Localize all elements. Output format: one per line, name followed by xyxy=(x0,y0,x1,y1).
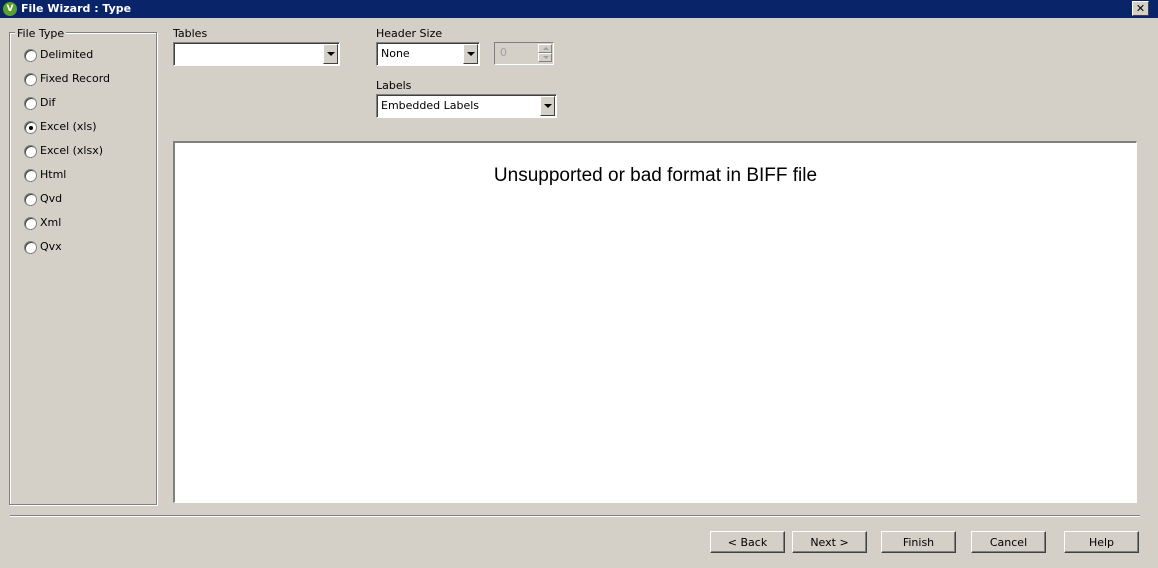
next-button[interactable]: Next > xyxy=(792,531,867,553)
labels-label: Labels xyxy=(376,79,412,92)
labels-select[interactable]: Embedded Labels xyxy=(376,94,557,118)
radio-label: Delimited xyxy=(40,48,94,61)
finish-button[interactable]: Finish xyxy=(881,531,956,553)
labels-value: Embedded Labels xyxy=(381,99,480,112)
radio-label: Excel (xls) xyxy=(40,120,97,133)
chevron-down-icon[interactable] xyxy=(540,96,555,116)
cancel-button[interactable]: Cancel xyxy=(971,531,1046,553)
radio-button[interactable] xyxy=(24,217,37,230)
radio-button[interactable] xyxy=(24,121,37,134)
header-size-spinner: 0 xyxy=(494,42,554,65)
file-type-legend: File Type xyxy=(15,27,67,40)
preview-panel: Unsupported or bad format in BIFF file xyxy=(173,141,1137,503)
radio-label: Qvx xyxy=(40,240,62,253)
tables-label: Tables xyxy=(173,27,208,40)
radio-label: Html xyxy=(40,168,67,181)
radio-button[interactable] xyxy=(24,169,37,182)
radio-button[interactable] xyxy=(24,145,37,158)
radio-button[interactable] xyxy=(24,49,37,62)
window-title: File Wizard : Type xyxy=(21,2,132,15)
tables-select[interactable] xyxy=(173,42,340,66)
radio-label: Qvd xyxy=(40,192,63,205)
header-size-label: Header Size xyxy=(376,27,443,40)
radio-button[interactable] xyxy=(24,193,37,206)
separator xyxy=(10,515,1140,517)
preview-error-message: Unsupported or bad format in BIFF file xyxy=(493,165,818,186)
radio-label: Excel (xlsx) xyxy=(40,144,104,157)
radio-button[interactable] xyxy=(24,73,37,86)
spin-up-icon xyxy=(538,44,552,53)
radio-label: Fixed Record xyxy=(40,72,111,85)
spin-down-icon xyxy=(538,53,552,62)
chevron-down-icon[interactable] xyxy=(323,44,338,64)
radio-label: Dif xyxy=(40,96,56,109)
radio-label: Xml xyxy=(40,216,62,229)
radio-button[interactable] xyxy=(24,241,37,254)
title-bar: V File Wizard : Type ✕ xyxy=(0,0,1158,18)
app-icon: V xyxy=(3,2,17,16)
radio-button[interactable] xyxy=(24,97,37,110)
help-button[interactable]: Help xyxy=(1064,531,1139,553)
spinner-value: 0 xyxy=(500,46,507,59)
header-size-value: None xyxy=(381,47,410,60)
back-button[interactable]: < Back xyxy=(710,531,785,553)
close-button[interactable]: ✕ xyxy=(1132,1,1149,16)
chevron-down-icon[interactable] xyxy=(463,44,478,64)
header-size-select[interactable]: None xyxy=(376,42,480,66)
